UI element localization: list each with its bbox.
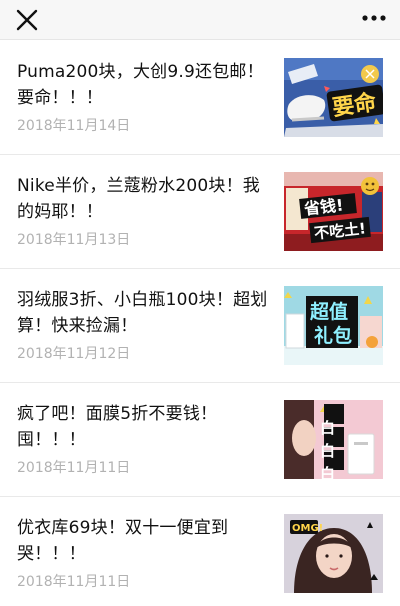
sneaker-thumbnail[interactable]: 要命 (284, 58, 383, 137)
article-item[interactable]: 优衣库69块！双十一便宜到哭！！！ 2018年11月11日 OMG! (0, 497, 400, 606)
thumbnail-text-2: 礼包 (314, 324, 352, 347)
article-item[interactable]: 羽绒服3折、小白瓶100块！超划算！快来捡漏！ 2018年11月12日 超值 礼… (0, 269, 400, 383)
article-date: 2018年11月12日 (17, 346, 131, 362)
article-title[interactable]: Puma200块，大创9.9还包邮！要命！！！ (17, 59, 275, 111)
top-bar (0, 0, 400, 40)
article-item[interactable]: Puma200块，大创9.9还包邮！要命！！！ 2018年11月14日 要命 (0, 41, 400, 155)
more-dots-icon[interactable] (362, 14, 386, 22)
thumbnail-text: OMG! (292, 523, 323, 534)
sale-thumbnail[interactable]: 省钱! 不吃土! (284, 172, 383, 251)
article-list: Puma200块，大创9.9还包邮！要命！！！ 2018年11月14日 要命 N… (0, 41, 400, 606)
close-icon[interactable] (16, 9, 38, 31)
portrait-thumbnail[interactable]: OMG! (284, 514, 383, 593)
facemask-thumbnail[interactable]: 白白白 (284, 400, 383, 479)
article-title[interactable]: Nike半价，兰蔻粉水200块！我的妈耶！！ (17, 173, 275, 225)
gift-thumbnail[interactable]: 超值 礼包 (284, 286, 383, 365)
article-title[interactable]: 疯了吧！面膜5折不要钱！囤！！！ (17, 401, 275, 453)
article-date: 2018年11月13日 (17, 232, 131, 248)
article-item[interactable]: 疯了吧！面膜5折不要钱！囤！！！ 2018年11月11日 白白白 (0, 383, 400, 497)
article-date: 2018年11月14日 (17, 118, 131, 134)
article-title[interactable]: 羽绒服3折、小白瓶100块！超划算！快来捡漏！ (17, 287, 275, 339)
thumbnail-text: 白白白 (318, 419, 336, 479)
article-title[interactable]: 优衣库69块！双十一便宜到哭！！！ (17, 515, 275, 567)
article-item[interactable]: Nike半价，兰蔻粉水200块！我的妈耶！！ 2018年11月13日 省钱! 不… (0, 155, 400, 269)
article-date: 2018年11月11日 (17, 574, 131, 590)
article-date: 2018年11月11日 (17, 460, 131, 476)
thumbnail-text-1: 超值 (309, 300, 348, 323)
